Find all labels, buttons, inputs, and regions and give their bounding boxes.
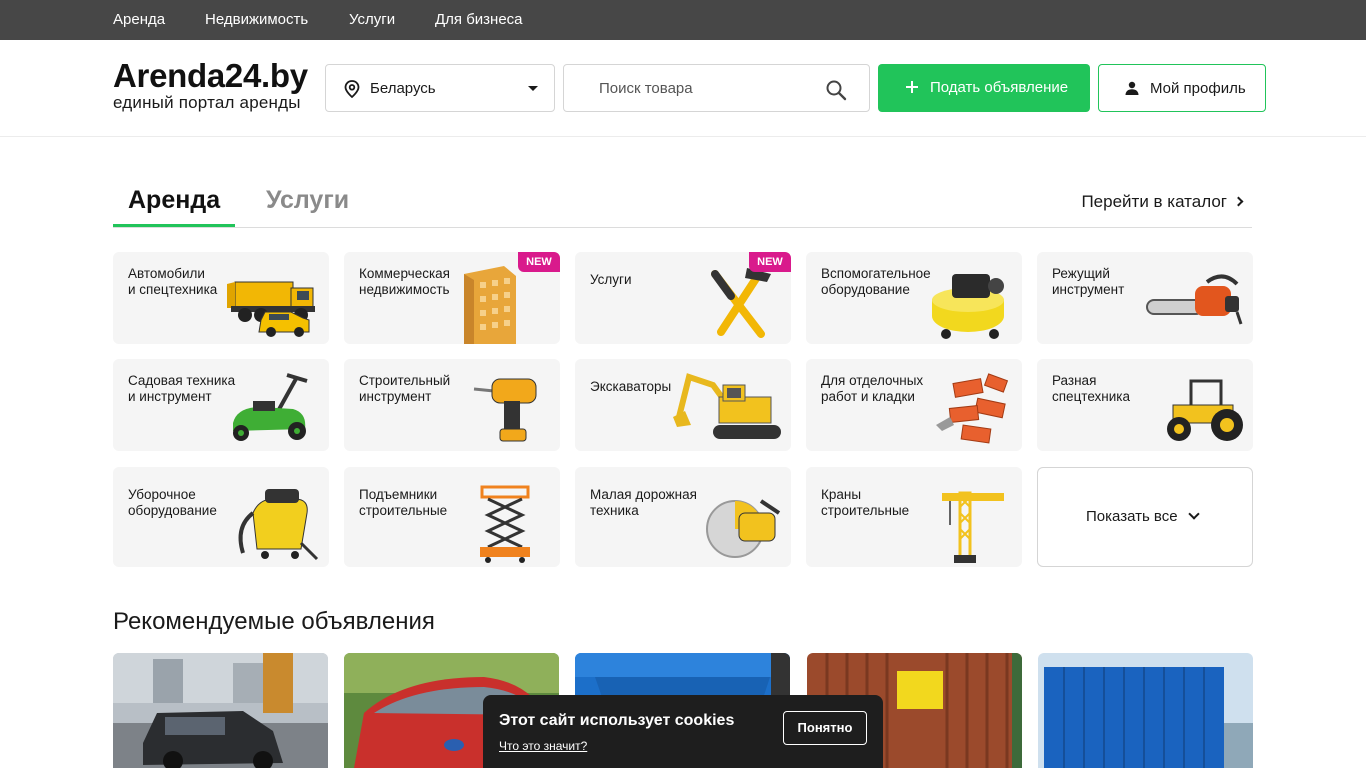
category-tile-finishing-works[interactable]: Для отделочных работ и кладки: [806, 359, 1022, 451]
tractor-image: [1167, 379, 1243, 441]
cookie-info-link[interactable]: Что это значит?: [499, 739, 587, 753]
topnav-realty[interactable]: Недвижимость: [205, 11, 308, 28]
excavator-image: [673, 373, 781, 439]
category-tile-cleaning[interactable]: Уборочное оборудование: [113, 467, 329, 567]
compressor-image: [932, 274, 1004, 339]
search-input[interactable]: [565, 66, 815, 110]
search-icon[interactable]: [825, 79, 847, 101]
logo[interactable]: Arenda24.by единый портал аренды: [113, 58, 323, 112]
tab-rent[interactable]: Аренда: [128, 186, 220, 215]
post-ad-button[interactable]: Подать объявление: [878, 64, 1090, 112]
new-badge: NEW: [518, 252, 560, 272]
active-tab-indicator: [113, 224, 235, 227]
category-tile-road-machinery[interactable]: Малая дорожная техника: [575, 467, 791, 567]
building-image: [464, 266, 516, 344]
new-badge: NEW: [749, 252, 791, 272]
category-tile-auxiliary-equipment[interactable]: Вспомогательное оборудование: [806, 252, 1022, 344]
user-icon: [1125, 81, 1139, 95]
listing-card[interactable]: [113, 653, 328, 768]
top-navigation: Аренда Недвижимость Услуги Для бизнеса: [0, 0, 1366, 40]
show-all-button[interactable]: Показать все: [1037, 467, 1253, 567]
category-tile-garden[interactable]: Садовая техника и инструмент: [113, 359, 329, 451]
category-tabs: Аренда Услуги Перейти в каталог: [113, 176, 1252, 228]
category-tile-cranes[interactable]: Краны строительные: [806, 467, 1022, 567]
show-all-label: Показать все: [1086, 508, 1178, 525]
category-tile-cutting-tools[interactable]: Режущий инструмент: [1037, 252, 1253, 344]
blue-cabin-photo: [1038, 653, 1253, 768]
plus-icon: [906, 81, 918, 93]
category-tile-commercial-realty[interactable]: Коммерческая недвижимость NEW: [344, 252, 560, 344]
chevron-down-icon: [1188, 508, 1200, 520]
category-tile-vehicles[interactable]: Автомобили и спецтехника: [113, 252, 329, 344]
region-value: Беларусь: [370, 80, 436, 97]
category-tile-lifts[interactable]: Подъемники строительные: [344, 467, 560, 567]
cookie-accept-button[interactable]: Понятно: [783, 711, 867, 745]
logo-name: Arenda24.by: [113, 57, 308, 94]
category-tile-services[interactable]: Услуги NEW: [575, 252, 791, 344]
my-profile-label: Мой профиль: [1150, 80, 1246, 97]
chainsaw-image: [1146, 274, 1243, 325]
recommended-title: Рекомендуемые объявления: [113, 608, 435, 635]
site-header: Arenda24.by единый портал аренды Беларус…: [0, 40, 1366, 137]
dark-suv-photo: [113, 653, 328, 768]
chevron-right-icon: [1233, 196, 1244, 207]
chevron-down-icon: [528, 86, 538, 91]
category-tile-special-machinery[interactable]: Разная спецтехника: [1037, 359, 1253, 451]
go-to-catalog-link[interactable]: Перейти в каталог: [1081, 192, 1244, 212]
topnav-rent[interactable]: Аренда: [113, 11, 165, 28]
topnav-services[interactable]: Услуги: [349, 11, 395, 28]
location-pin-icon: [344, 80, 360, 98]
crane-image: [942, 491, 1004, 563]
catalog-link-label: Перейти в каталог: [1081, 192, 1227, 211]
tools-image: [711, 268, 771, 338]
truck-image: [227, 281, 315, 337]
logo-tagline: единый портал аренды: [113, 93, 301, 112]
category-tile-construction-tools[interactable]: Строительный инструмент: [344, 359, 560, 451]
topnav-business[interactable]: Для бизнеса: [435, 11, 523, 28]
drill-image: [473, 378, 537, 442]
category-tile-excavators[interactable]: Экскаваторы: [575, 359, 791, 451]
bricks-image: [936, 373, 1009, 444]
cutter-image: [706, 499, 781, 558]
my-profile-button[interactable]: Мой профиль: [1098, 64, 1266, 112]
vacuum-image: [238, 489, 319, 561]
cookie-title: Этот сайт использует cookies: [499, 712, 735, 729]
lawnmower-image: [233, 373, 308, 441]
search-box: [563, 64, 870, 112]
tab-services[interactable]: Услуги: [266, 186, 349, 215]
scissor-lift-image: [480, 485, 530, 563]
cookie-banner: Этот сайт использует cookies Что это зна…: [483, 695, 883, 768]
region-select[interactable]: Беларусь: [325, 64, 555, 112]
post-ad-label: Подать объявление: [930, 79, 1069, 96]
listing-card[interactable]: [1038, 653, 1253, 768]
